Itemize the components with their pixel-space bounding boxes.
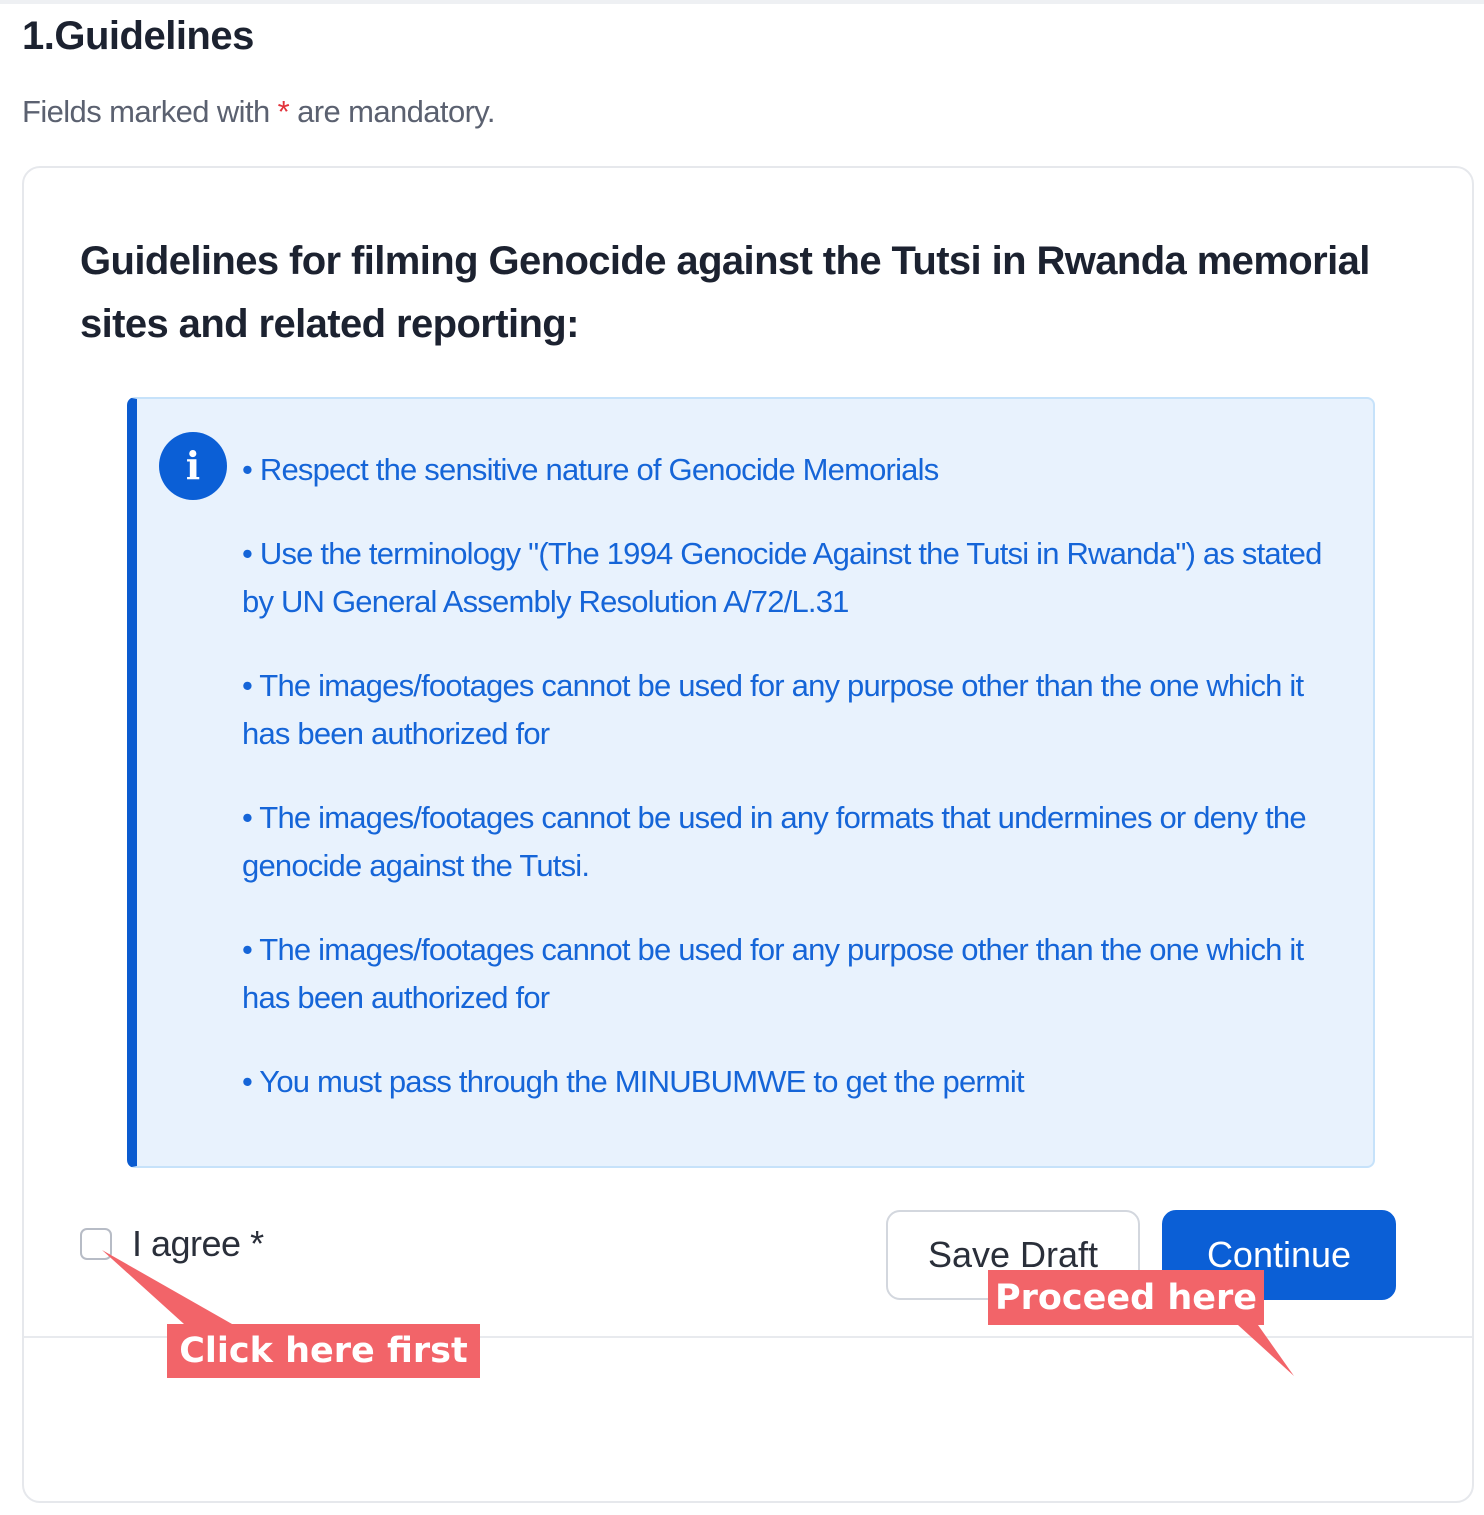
section-title: 1.Guidelines [22, 14, 254, 58]
required-asterisk: * [277, 94, 290, 129]
card-heading: Guidelines for filming Genocide against … [80, 239, 1370, 346]
guideline-item: • The images/footages cannot be used for… [242, 668, 1304, 751]
agree-label: I agree * [132, 1223, 264, 1264]
mandatory-note: Fields marked with * are mandatory. [22, 94, 496, 130]
info-icon: i [159, 432, 227, 500]
agree-checkbox[interactable] [80, 1228, 112, 1260]
guideline-item: • The images/footages cannot be used in … [242, 800, 1307, 883]
top-strip [0, 0, 1484, 4]
guidelines-info-box: i • Respect the sensitive nature of Geno… [127, 397, 1375, 1168]
guideline-item: • Use the terminology "(The 1994 Genocid… [242, 536, 1322, 619]
mandatory-note-prefix: Fields marked with [22, 94, 278, 129]
guideline-list: • Respect the sensitive nature of Genoci… [242, 446, 1332, 1142]
click-first-annotation: Click here first [167, 1324, 480, 1378]
agree-row: I agree * [80, 1222, 264, 1266]
proceed-annotation: Proceed here [988, 1270, 1264, 1325]
mandatory-note-suffix: are mandatory. [289, 94, 495, 129]
guideline-item: • You must pass through the MINUBUMWE to… [242, 1064, 1025, 1099]
guideline-item: • The images/footages cannot be used for… [242, 932, 1304, 1015]
guideline-item: • Respect the sensitive nature of Genoci… [242, 452, 939, 487]
